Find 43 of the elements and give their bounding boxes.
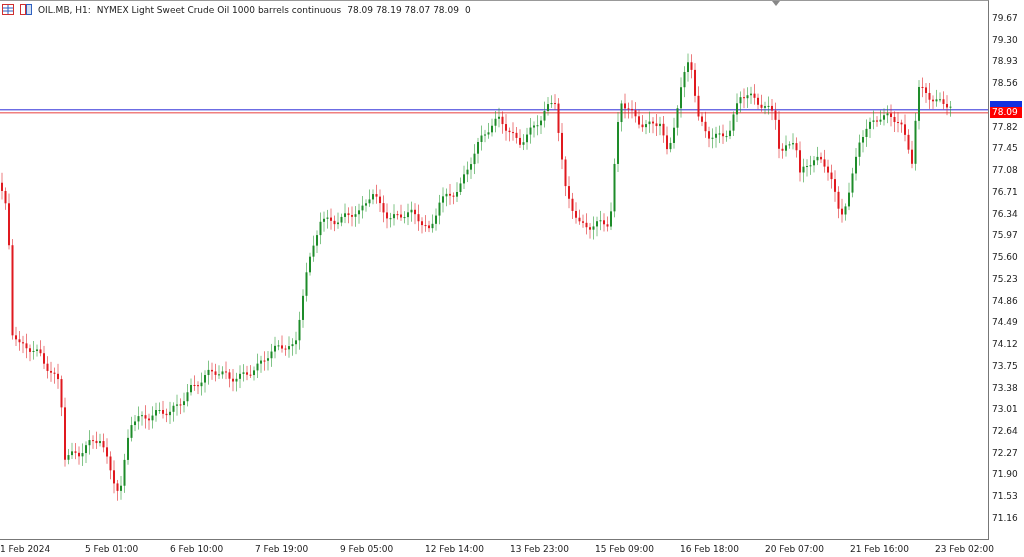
price-label: 75.97 [992, 229, 1018, 242]
price-label: 79.30 [992, 33, 1018, 46]
price-label: 73.75 [992, 359, 1018, 372]
time-label: 9 Feb 05:00 [340, 543, 395, 554]
volume-value: 0 [464, 4, 471, 15]
price-label: 74.86 [992, 294, 1018, 307]
instrument-description: NYMEX Light Sweet Crude Oil 1000 barrels continuous [96, 4, 342, 15]
price-label: 75.23 [992, 272, 1018, 285]
price-label: 71.16 [992, 511, 1018, 524]
time-label: 23 Feb 02:00 [935, 543, 996, 554]
price-label: 76.34 [992, 207, 1018, 220]
time-label: 13 Feb 23:00 [510, 543, 571, 554]
time-label: 20 Feb 07:00 [765, 543, 826, 554]
scroll-marker-icon[interactable] [772, 1, 780, 6]
price-label: 75.60 [992, 251, 1018, 264]
price-label: 77.08 [992, 164, 1018, 177]
price-label: 77.45 [992, 142, 1018, 155]
price-label: 74.49 [992, 316, 1018, 329]
price-label: 71.53 [992, 490, 1018, 503]
price-label: 76.71 [992, 185, 1018, 198]
time-label: 15 Feb 09:00 [595, 543, 656, 554]
time-label: 6 Feb 10:00 [170, 543, 225, 554]
price-label: 72.64 [992, 425, 1018, 437]
price-label: 78.93 [992, 55, 1018, 68]
price-label: 74.12 [992, 338, 1018, 351]
ohlc-values: 78.09 78.19 78.07 78.09 [347, 4, 459, 15]
price-label: 79.67 [992, 12, 1018, 24]
grid-icon[interactable] [2, 4, 14, 15]
price-label: 77.82 [992, 120, 1018, 133]
time-label: 16 Feb 18:00 [680, 543, 741, 554]
price-label: 78.56 [992, 77, 1018, 90]
price-label: 71.90 [992, 468, 1018, 481]
time-label: 12 Feb 14:00 [425, 543, 486, 554]
time-label: 21 Feb 16:00 [850, 543, 911, 554]
symbol-label: OIL.MB, H1: [38, 4, 91, 15]
time-label: 7 Feb 19:00 [255, 543, 310, 554]
chart-window-icon[interactable] [20, 4, 32, 15]
price-label: 73.38 [992, 381, 1018, 394]
time-label: 1 Feb 2024 [0, 543, 52, 554]
current-price-tag: 78.09 [990, 106, 1022, 118]
price-label: 73.01 [992, 403, 1018, 416]
time-label: 5 Feb 01:00 [85, 543, 140, 554]
price-label: 72.27 [992, 446, 1018, 459]
